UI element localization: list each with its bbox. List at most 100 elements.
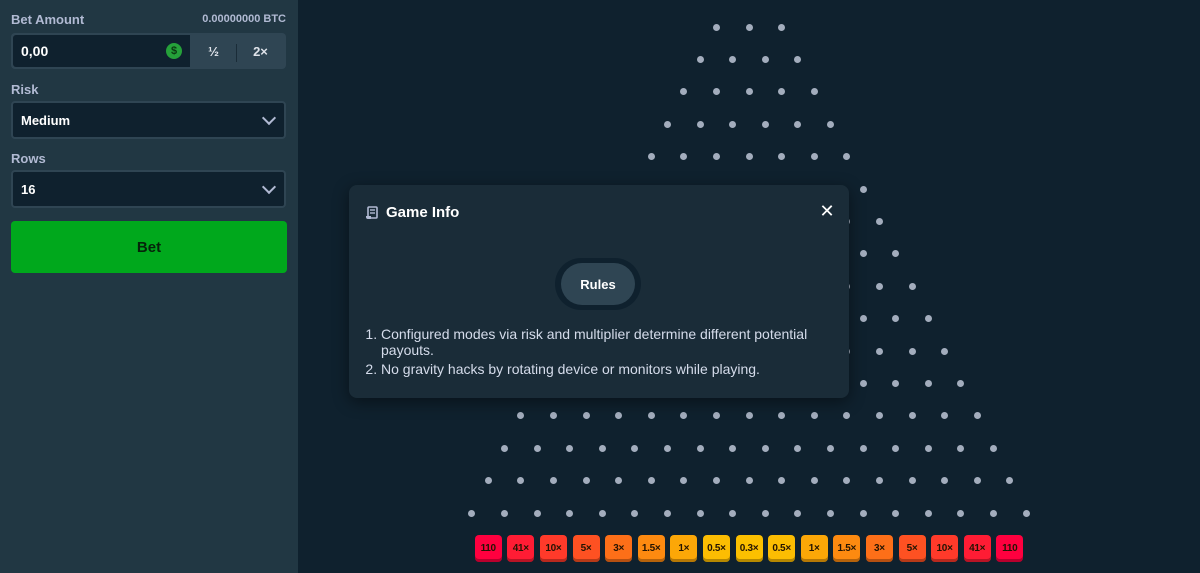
- dollar-coin-icon: $: [166, 43, 182, 59]
- plinko-peg: [990, 444, 997, 452]
- plinko-peg: [827, 509, 834, 517]
- plinko-peg: [647, 477, 655, 485]
- bet-amount-value: 0,00: [21, 43, 49, 59]
- plinko-peg: [892, 315, 900, 323]
- plinko-peg: [549, 412, 557, 420]
- risk-select[interactable]: Medium: [11, 101, 286, 139]
- plinko-peg: [957, 444, 965, 452]
- rules-list: Configured modes via risk and multiplier…: [365, 326, 829, 380]
- plinko-peg: [973, 412, 981, 420]
- double-bet-button[interactable]: 2×: [237, 35, 284, 67]
- plinko-peg: [875, 347, 883, 355]
- plinko-peg: [517, 412, 525, 420]
- plinko-peg: [729, 120, 737, 128]
- plinko-peg: [729, 55, 737, 63]
- multiplier-bucket: 1×: [800, 535, 828, 562]
- rows-value: 16: [21, 181, 36, 197]
- plinko-peg: [615, 412, 623, 420]
- plinko-peg: [778, 412, 786, 420]
- half-bet-button[interactable]: ½: [190, 35, 237, 67]
- plinko-peg: [729, 509, 737, 517]
- plinko-peg: [712, 477, 720, 485]
- plinko-peg: [761, 509, 769, 517]
- plinko-peg: [892, 379, 900, 387]
- plinko-peg: [843, 477, 851, 485]
- plinko-peg: [810, 412, 818, 420]
- plinko-peg: [957, 379, 965, 387]
- plinko-peg: [745, 412, 753, 420]
- plinko-peg: [924, 379, 932, 387]
- plinko-peg: [696, 444, 704, 452]
- rows-select[interactable]: 16: [11, 170, 286, 208]
- plinko-peg: [631, 509, 639, 517]
- multiplier-bucket: 3×: [865, 535, 893, 562]
- plinko-peg: [631, 444, 639, 452]
- plinko-peg: [859, 315, 867, 323]
- plinko-peg: [908, 412, 916, 420]
- plinko-peg: [843, 153, 851, 161]
- chevron-down-icon: [261, 110, 277, 126]
- plinko-peg: [941, 347, 949, 355]
- plinko-peg: [892, 444, 900, 452]
- plinko-peg: [973, 477, 981, 485]
- rows-header: Rows: [11, 150, 286, 166]
- plinko-peg: [582, 477, 590, 485]
- plinko-peg: [810, 153, 818, 161]
- multiplier-bucket: 10×: [931, 535, 959, 562]
- bet-amount-header: Bet Amount 0.00000000 BTC: [11, 11, 286, 27]
- risk-header: Risk: [11, 81, 286, 97]
- plinko-peg: [794, 509, 802, 517]
- plinko-peg: [712, 23, 720, 31]
- plinko-peg: [598, 444, 606, 452]
- plinko-peg: [794, 444, 802, 452]
- plinko-peg: [761, 55, 769, 63]
- plinko-peg: [875, 477, 883, 485]
- plinko-peg: [696, 120, 704, 128]
- multiplier-bucket: 110: [474, 535, 502, 562]
- plinko-peg: [696, 509, 704, 517]
- plinko-peg: [501, 444, 508, 452]
- plinko-peg: [924, 315, 932, 323]
- multiplier-bucket: 10×: [539, 535, 567, 562]
- plinko-peg: [647, 412, 655, 420]
- plinko-peg: [908, 282, 916, 290]
- bet-amount-input[interactable]: 0,00 $: [13, 35, 190, 67]
- plinko-peg: [941, 412, 949, 420]
- plinko-peg: [745, 477, 753, 485]
- plinko-peg: [827, 120, 834, 128]
- plinko-peg: [549, 477, 557, 485]
- plinko-peg: [680, 412, 688, 420]
- chevron-down-icon: [261, 179, 277, 195]
- tab-rules[interactable]: Rules: [561, 263, 635, 305]
- risk-value: Medium: [21, 112, 71, 128]
- close-icon[interactable]: ✕: [819, 202, 835, 220]
- plinko-peg: [484, 477, 492, 485]
- plinko-peg: [778, 477, 786, 485]
- plinko-peg: [778, 88, 786, 96]
- multiplier-bucket: 5×: [898, 535, 926, 562]
- plinko-peg: [680, 88, 688, 96]
- plinko-peg: [875, 282, 883, 290]
- bet-control-panel: Bet Amount 0.00000000 BTC 0,00 $ ½ 2× Ri…: [0, 0, 298, 573]
- plinko-peg: [859, 444, 867, 452]
- plinko-peg: [680, 153, 688, 161]
- bet-button[interactable]: Bet: [11, 221, 287, 273]
- plinko-peg: [794, 55, 802, 63]
- plinko-peg: [501, 509, 508, 517]
- plinko-peg: [745, 88, 753, 96]
- plinko-peg: [664, 509, 671, 517]
- bet-amount-label: Bet Amount: [11, 11, 85, 27]
- modal-tabs: Rules: [555, 258, 641, 310]
- multiplier-bucket: 3×: [605, 535, 633, 562]
- plinko-peg: [712, 153, 720, 161]
- rule-item: No gravity hacks by rotating device or m…: [381, 361, 829, 377]
- plinko-peg: [794, 120, 802, 128]
- plinko-peg: [582, 412, 590, 420]
- plinko-peg: [1006, 477, 1014, 485]
- plinko-peg: [598, 509, 606, 517]
- plinko-peg: [566, 509, 574, 517]
- multiplier-bucket: 1.5×: [833, 535, 861, 562]
- modal-header: Game Info: [365, 204, 459, 221]
- plinko-peg: [827, 444, 834, 452]
- plinko-peg: [1022, 509, 1030, 517]
